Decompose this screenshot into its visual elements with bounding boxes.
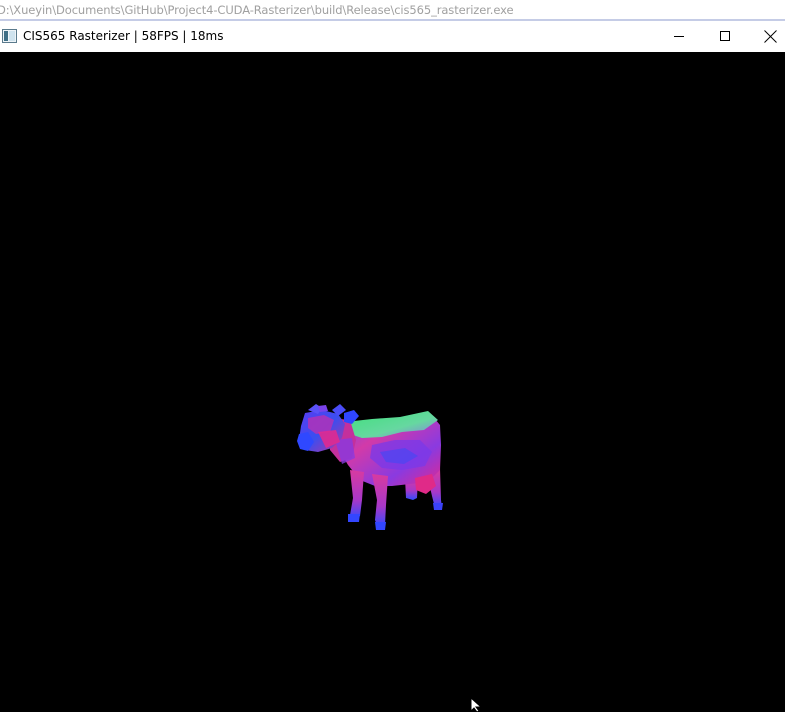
console-path-bar: D:\Xueyin\Documents\GitHub\Project4-CUDA… bbox=[0, 0, 785, 20]
cow-front-leg-right bbox=[372, 474, 388, 528]
minimize-button[interactable] bbox=[656, 21, 702, 52]
close-button[interactable] bbox=[748, 21, 785, 52]
app-window-icon[interactable] bbox=[2, 29, 17, 43]
console-path-text: D:\Xueyin\Documents\GitHub\Project4-CUDA… bbox=[0, 3, 514, 17]
maximize-icon bbox=[720, 31, 730, 41]
close-icon bbox=[764, 30, 777, 43]
render-viewport[interactable] bbox=[0, 52, 785, 711]
cow-model bbox=[297, 404, 443, 530]
minimize-icon bbox=[674, 36, 684, 37]
rasterizer-window: CIS565 Rasterizer | 58FPS | 18ms bbox=[0, 21, 785, 711]
title-bar[interactable]: CIS565 Rasterizer | 58FPS | 18ms bbox=[0, 21, 785, 52]
maximize-button[interactable] bbox=[702, 21, 748, 52]
window-title: CIS565 Rasterizer | 58FPS | 18ms bbox=[23, 29, 224, 43]
mouse-cursor-icon bbox=[470, 698, 483, 712]
cow-front-leg-left bbox=[350, 470, 364, 520]
